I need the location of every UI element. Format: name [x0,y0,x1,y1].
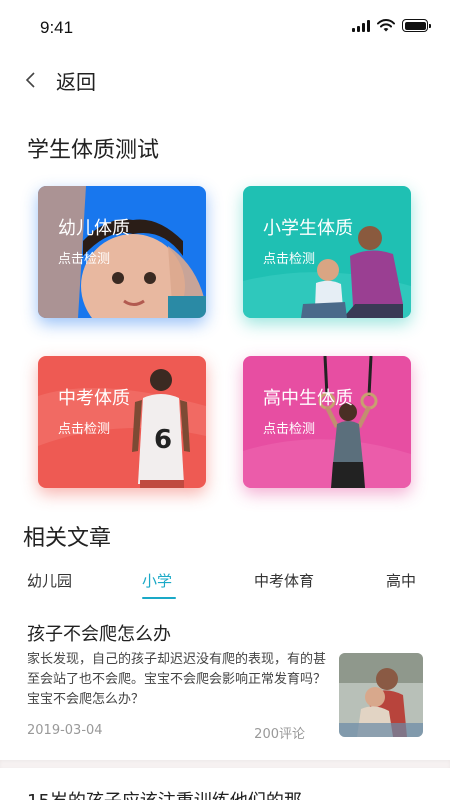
wifi-icon [377,19,395,32]
article-thumbnail [339,653,423,737]
test-section-title: 学生体质测试 [27,138,160,163]
status-bar: 9:41 [0,0,450,56]
card-action: 点击检测 [58,252,111,267]
back-button[interactable]: 返回 [24,64,96,96]
card-title: 小学生体质 [263,218,353,239]
signal-icon [352,19,370,32]
back-label: 返回 [56,69,96,94]
card-title: 高中生体质 [263,388,353,409]
card-action: 点击检测 [58,422,111,437]
article-tabs: 幼儿园 小学 中考体育 高中 [0,570,450,600]
tab-middle-pe[interactable]: 中考体育 [254,570,314,591]
card-kindergarten[interactable]: 幼儿体质 点击检测 [38,186,206,318]
card-action: 点击检测 [263,422,316,437]
card-high-school[interactable]: 高中生体质 点击检测 [243,356,411,488]
article-date: 2019-03-04 [27,723,103,738]
active-tab-indicator [142,597,176,599]
tab-kindergarten[interactable]: 幼儿园 [27,570,72,591]
divider [0,760,450,768]
article-title: 孩子不会爬怎么办 [27,624,171,645]
card-primary-school[interactable]: 小学生体质 点击检测 [243,186,411,318]
card-title: 幼儿体质 [58,218,130,239]
status-time: 9:41 [40,18,74,37]
article-summary: 家长发现，自己的孩子却迟迟没有爬的表现，有的甚至会站了也不会爬。宝宝不会爬会影响… [27,652,327,707]
card-middle-school-exam[interactable]: 6 中考体质 点击检测 [38,356,206,488]
status-icons [352,19,431,32]
card-action: 点击检测 [263,252,316,267]
article-comment-count: 200评论 [254,727,305,742]
tab-high-school[interactable]: 高中 [386,570,416,591]
battery-icon [402,19,431,32]
article-title[interactable]: 15岁的孩子应该注重训练他们的那 [27,787,302,800]
articles-section-title: 相关文章 [23,526,112,551]
tab-primary[interactable]: 小学 [142,570,172,591]
svg-text:6: 6 [154,425,172,455]
card-title: 中考体质 [58,388,130,409]
chevron-left-icon [24,68,48,92]
